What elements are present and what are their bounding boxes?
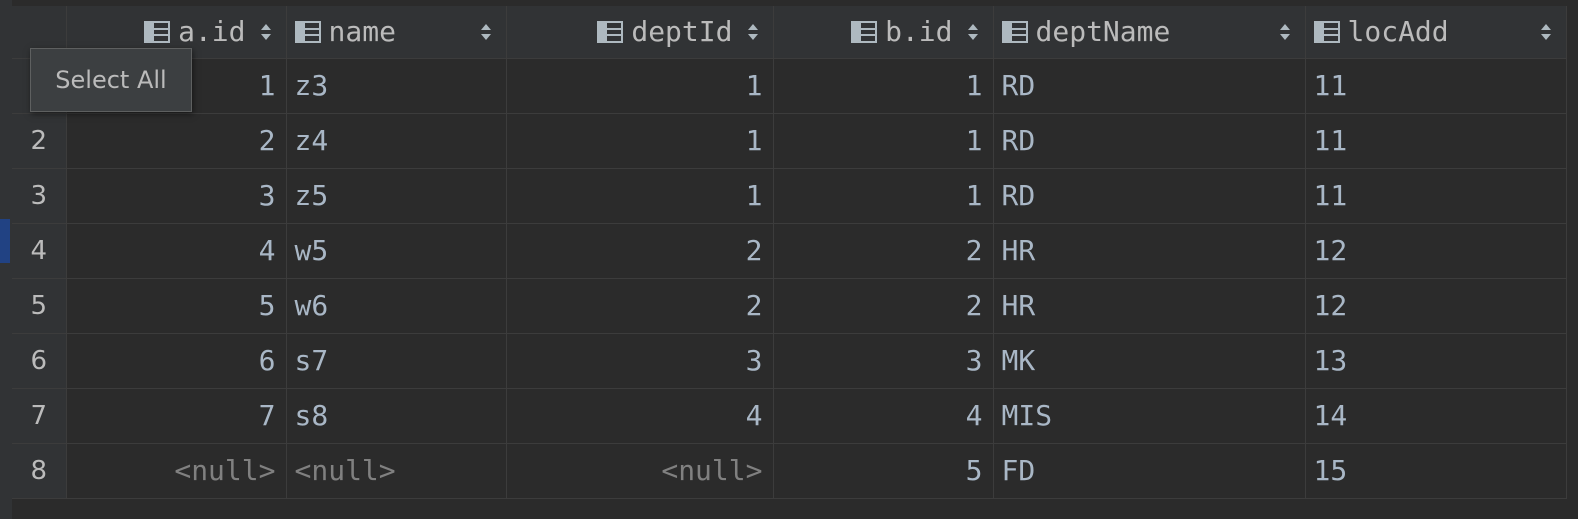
row-number[interactable]: 2 [12,113,67,169]
cell-deptname[interactable]: RD [993,168,1306,224]
column-header-label: a.id [178,15,246,49]
column-header-label: name [328,15,396,49]
table-column-icon [294,20,321,43]
cell-deptid[interactable]: 2 [506,278,774,334]
cell-a-id[interactable]: 4 [66,223,287,279]
row-number[interactable]: 4 [12,223,67,279]
cell-deptname[interactable]: HR [993,223,1306,279]
sort-updown-icon[interactable] [747,23,759,41]
cell-deptid[interactable]: 4 [506,388,774,444]
cell-locadd[interactable]: 11 [1305,168,1567,224]
table-column-icon [597,20,624,43]
cell-a-id[interactable]: 2 [66,113,287,169]
cell-b-id[interactable]: 5 [773,443,994,499]
row-number[interactable]: 3 [12,168,67,224]
select-all-tooltip: Select All [30,48,192,112]
cell-locadd[interactable]: 12 [1305,278,1567,334]
selection-marker [0,219,10,263]
cell-deptid[interactable]: 2 [506,223,774,279]
cell-b-id[interactable]: 2 [773,278,994,334]
column-header-deptid[interactable]: deptId [506,6,774,59]
column-header-deptname[interactable]: deptName [993,6,1306,59]
cell-deptid[interactable]: 1 [506,58,774,114]
cell-a-id[interactable]: 3 [66,168,287,224]
sort-updown-icon[interactable] [260,23,272,41]
cell-b-id[interactable]: 1 [773,58,994,114]
sort-updown-icon[interactable] [480,23,492,41]
column-header-label: deptName [1035,15,1171,49]
cell-locadd[interactable]: 15 [1305,443,1567,499]
cell-b-id[interactable]: 1 [773,168,994,224]
cell-b-id[interactable]: 2 [773,223,994,279]
table-row[interactable]: 1 1 z3 1 1 RD 11 [12,58,1567,114]
cell-b-id[interactable]: 1 [773,113,994,169]
table-column-icon [1313,20,1340,43]
table-row[interactable]: 7 7 s8 4 4 MIS 14 [12,388,1567,444]
result-grid: a.id name deptId b.id deptName locAdd 1 … [12,6,1567,499]
cell-a-id[interactable]: 6 [66,333,287,389]
column-header-label: deptId [631,15,733,49]
cell-locadd[interactable]: 14 [1305,388,1567,444]
cell-deptid[interactable]: <null> [506,443,774,499]
cell-a-id[interactable]: 7 [66,388,287,444]
header-row: a.id name deptId b.id deptName locAdd [12,6,1567,59]
row-number[interactable]: 5 [12,278,67,334]
cell-name[interactable]: s7 [286,333,507,389]
sort-updown-icon[interactable] [1540,23,1552,41]
table-row[interactable]: 2 2 z4 1 1 RD 11 [12,113,1567,169]
cell-locadd[interactable]: 11 [1305,58,1567,114]
cell-locadd[interactable]: 13 [1305,333,1567,389]
cell-a-id[interactable]: 5 [66,278,287,334]
column-header-b-id[interactable]: b.id [773,6,994,59]
cell-name[interactable]: z3 [286,58,507,114]
table-column-icon [851,20,878,43]
cell-deptname[interactable]: MIS [993,388,1306,444]
cell-name[interactable]: w6 [286,278,507,334]
cell-name[interactable]: <null> [286,443,507,499]
cell-a-id[interactable]: <null> [66,443,287,499]
row-number[interactable]: 8 [12,443,67,499]
cell-deptname[interactable]: RD [993,58,1306,114]
row-number[interactable]: 7 [12,388,67,444]
cell-deptid[interactable]: 1 [506,113,774,169]
column-header-label: b.id [885,15,953,49]
table-row[interactable]: 6 6 s7 3 3 MK 13 [12,333,1567,389]
cell-deptname[interactable]: MK [993,333,1306,389]
cell-deptid[interactable]: 3 [506,333,774,389]
cell-deptname[interactable]: FD [993,443,1306,499]
cell-deptid[interactable]: 1 [506,168,774,224]
column-header-locadd[interactable]: locAdd [1305,6,1567,59]
cell-deptname[interactable]: RD [993,113,1306,169]
table-column-icon [144,20,171,43]
cell-locadd[interactable]: 11 [1305,113,1567,169]
column-header-name[interactable]: name [286,6,507,59]
cell-deptname[interactable]: HR [993,278,1306,334]
table-row[interactable]: 5 5 w6 2 2 HR 12 [12,278,1567,334]
cell-name[interactable]: z4 [286,113,507,169]
table-column-icon [1001,20,1028,43]
table-row[interactable]: 3 3 z5 1 1 RD 11 [12,168,1567,224]
table-row[interactable]: 4 4 w5 2 2 HR 12 [12,223,1567,279]
cell-name[interactable]: s8 [286,388,507,444]
sort-updown-icon[interactable] [1279,23,1291,41]
sort-updown-icon[interactable] [967,23,979,41]
cell-b-id[interactable]: 4 [773,388,994,444]
cell-name[interactable]: z5 [286,168,507,224]
cell-name[interactable]: w5 [286,223,507,279]
cell-b-id[interactable]: 3 [773,333,994,389]
cell-locadd[interactable]: 12 [1305,223,1567,279]
row-number[interactable]: 6 [12,333,67,389]
table-row[interactable]: 8 <null> <null> <null> 5 FD 15 [12,443,1567,499]
column-header-label: locAdd [1347,15,1449,49]
